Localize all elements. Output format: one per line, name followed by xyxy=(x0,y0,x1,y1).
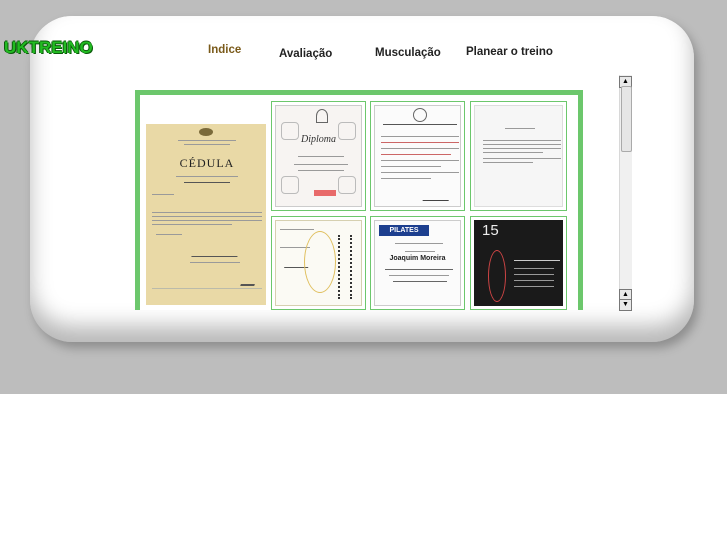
scrollbar-thumb[interactable] xyxy=(621,86,632,152)
cedula-heading: CÉDULA xyxy=(179,156,235,170)
certificate-thumb-pilates[interactable]: PILATES Joaquim Moreira xyxy=(370,216,465,310)
logo-icon xyxy=(413,108,427,122)
nav-item-avaliacao[interactable]: Avaliação xyxy=(279,48,332,60)
certificate-thumb-4[interactable] xyxy=(470,101,567,211)
logo-icon xyxy=(316,109,328,123)
nav-item-indice[interactable]: Indice xyxy=(208,44,241,56)
certificate-thumb-cedula[interactable]: CÉDULA xyxy=(145,101,267,306)
certificate-thumb-5[interactable] xyxy=(271,216,366,310)
signature-mark xyxy=(191,242,243,257)
stamp-mark xyxy=(240,276,258,286)
certificate-thumb-3[interactable] xyxy=(370,101,465,211)
poster-number: 15 xyxy=(482,222,499,239)
pilates-name: Joaquim Moreira xyxy=(389,255,446,262)
certificate-thumb-poster[interactable]: 15 xyxy=(470,216,567,310)
pilates-heading: PILATES xyxy=(379,225,429,236)
gallery-panel: CÉDULA Diploma PILATES Joaquim Moreira 1… xyxy=(140,95,578,310)
emblem-icon xyxy=(199,128,213,136)
arrow-down-icon[interactable]: ▼ xyxy=(619,299,632,311)
nav-item-planear-treino[interactable]: Planear o treino xyxy=(466,46,553,58)
certificate-thumb-diploma[interactable]: Diploma xyxy=(271,101,366,211)
site-logo[interactable]: UKTREINO xyxy=(4,38,93,58)
nav-item-musculacao[interactable]: Musculação xyxy=(375,47,441,59)
certificates-gallery: CÉDULA Diploma PILATES Joaquim Moreira 1… xyxy=(135,90,583,310)
cedula-paper: CÉDULA xyxy=(146,124,266,305)
